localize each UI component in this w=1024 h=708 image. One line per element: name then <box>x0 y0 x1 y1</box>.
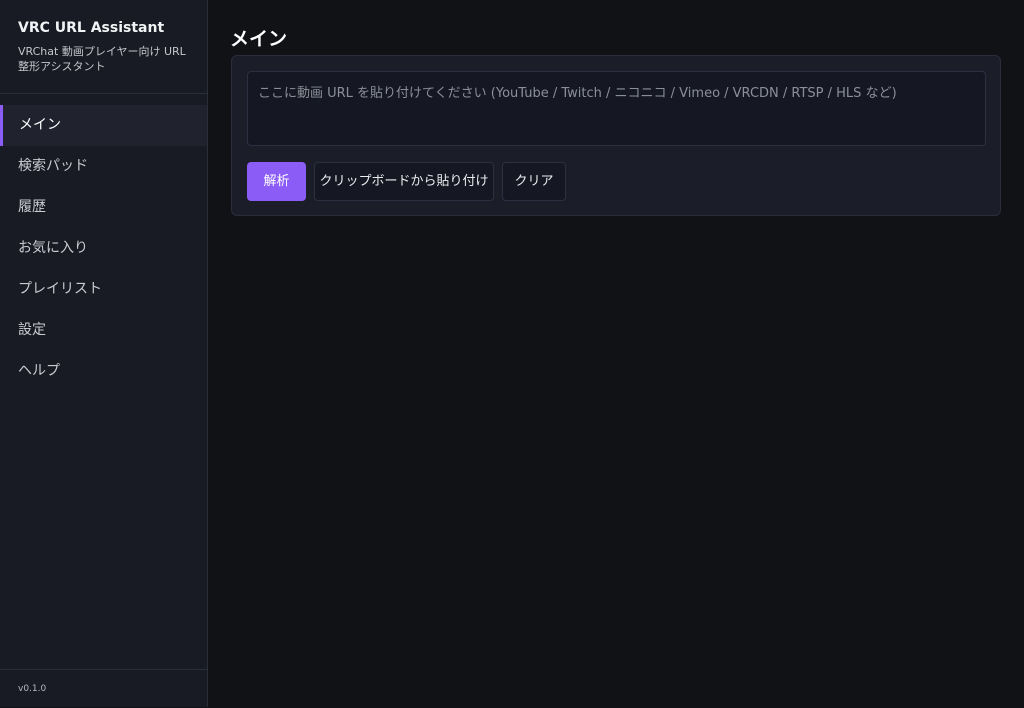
app-title: VRC URL Assistant <box>18 20 165 36</box>
clear-button[interactable]: クリア <box>502 162 566 201</box>
analyze-button[interactable]: 解析 <box>247 162 306 201</box>
url-card: 解析 クリップボードから貼り付け クリア <box>231 55 1001 216</box>
paste-from-clipboard-button[interactable]: クリップボードから貼り付け <box>314 162 494 201</box>
sidebar: VRC URL Assistant VRChat 動画プレイヤー向け URL 整… <box>0 0 208 707</box>
sidebar-item-playlist[interactable]: プレイリスト <box>0 269 207 310</box>
version-label: v0.1.0 <box>0 669 207 707</box>
sidebar-item-help[interactable]: ヘルプ <box>0 351 207 392</box>
brand-header: VRC URL Assistant VRChat 動画プレイヤー向け URL 整… <box>0 0 207 94</box>
sidebar-item-history[interactable]: 履歴 <box>0 187 207 228</box>
sidebar-item-favorites[interactable]: お気に入り <box>0 228 207 269</box>
sidebar-item-settings[interactable]: 設定 <box>0 310 207 351</box>
sidebar-nav: メイン 検索パッド 履歴 お気に入り プレイリスト 設定 ヘルプ <box>0 105 207 392</box>
sidebar-item-main[interactable]: メイン <box>0 105 207 146</box>
sidebar-item-search-pad[interactable]: 検索パッド <box>0 146 207 187</box>
page-title: メイン <box>230 28 288 50</box>
app-subtitle: VRChat 動画プレイヤー向け URL 整形アシスタント <box>18 45 186 73</box>
url-input[interactable] <box>247 71 986 146</box>
main-content: メイン 解析 クリップボードから貼り付け クリア <box>208 0 1024 707</box>
